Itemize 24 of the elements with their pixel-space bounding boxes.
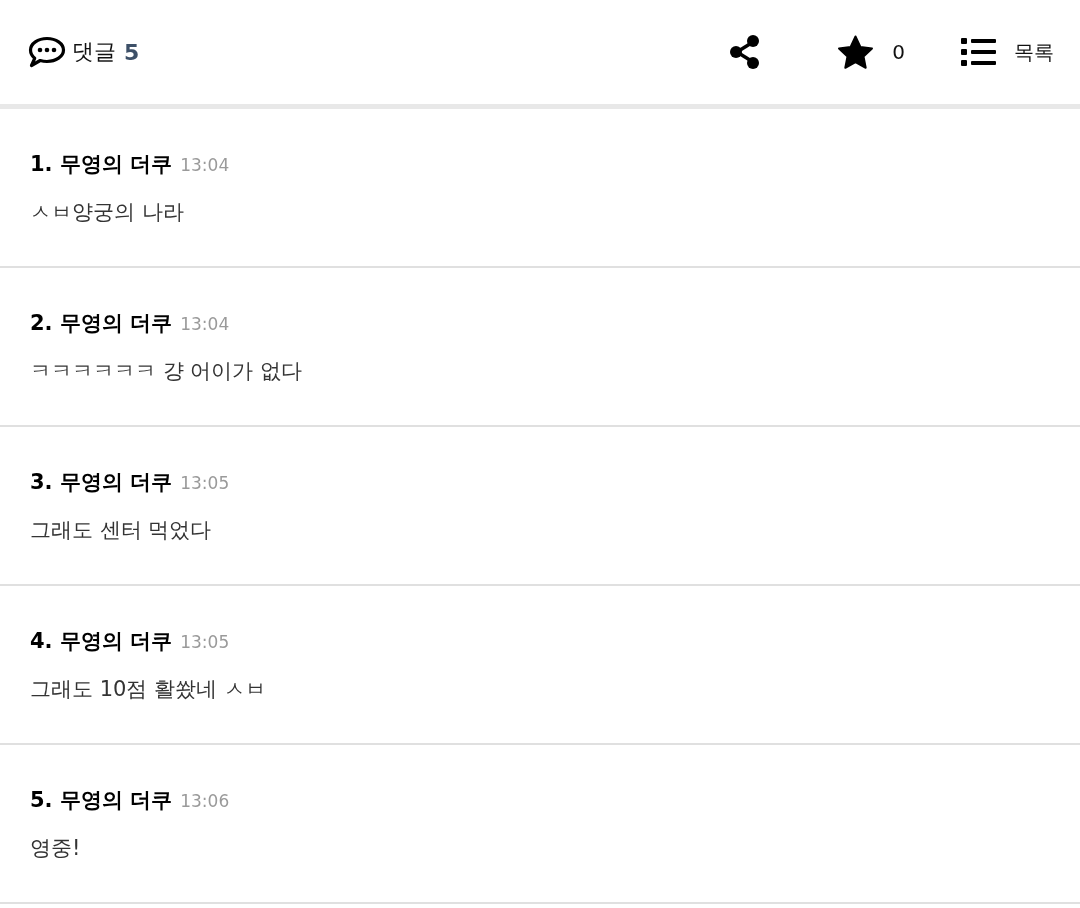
comment-author: 3. 무영의 더쿠 (30, 468, 173, 496)
comment-time: 13:04 (180, 154, 230, 175)
share-icon (729, 34, 762, 70)
list-button[interactable]: 목록 (961, 37, 1054, 67)
comment-time: 13:05 (180, 472, 230, 493)
comment-text: 그래도 10점 활쐈네 ㅅㅂ (30, 675, 267, 703)
comment-author: 1. 무영의 더쿠 (30, 150, 173, 178)
comment-text: ㅅㅂ양궁의 나라 (30, 198, 185, 226)
comments-title: 댓글 (72, 38, 116, 66)
comment-time: 13:04 (180, 313, 230, 334)
recommend-button[interactable]: 0 (837, 34, 905, 70)
star-icon (837, 34, 875, 70)
comment-author: 2. 무영의 더쿠 (30, 309, 173, 337)
comment-author: 5. 무영의 더쿠 (30, 786, 173, 814)
comment-time: 13:06 (180, 790, 230, 811)
comment-text: 영중! (30, 834, 82, 862)
share-button[interactable] (729, 34, 762, 70)
comment-count: 5 (124, 39, 140, 65)
comment-text: ㅋㅋㅋㅋㅋㅋ 걍 어이가 없다 (30, 357, 304, 385)
comment-author: 4. 무영의 더쿠 (30, 627, 173, 655)
comment-time: 13:05 (180, 631, 230, 652)
list-icon (961, 37, 996, 67)
comment-text: 그래도 센터 먹었다 (30, 516, 213, 544)
speech-bubble-icon (28, 36, 66, 68)
